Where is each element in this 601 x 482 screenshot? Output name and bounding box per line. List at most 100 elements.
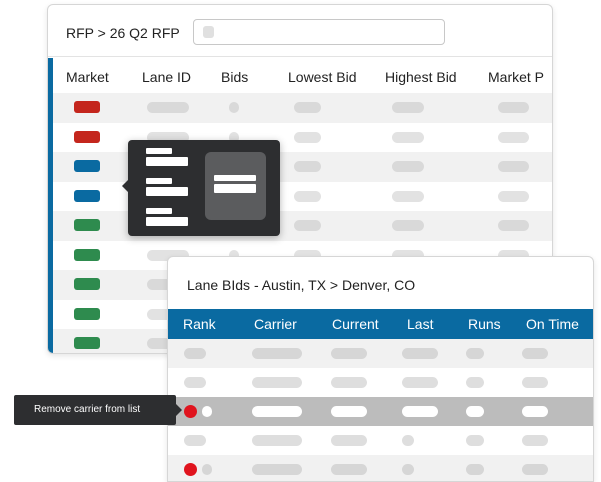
placeholder-cell	[522, 406, 548, 417]
placeholder-cell	[522, 464, 548, 475]
rfp-search-input[interactable]	[193, 19, 445, 45]
placeholder-cell	[498, 102, 529, 113]
market-indicator-icon	[74, 307, 100, 320]
placeholder-cell	[392, 190, 424, 202]
list-view-option-1[interactable]	[146, 148, 190, 170]
placeholder-cell	[392, 102, 424, 113]
list-view-option-3[interactable]	[146, 208, 190, 230]
list-icon-line	[146, 217, 188, 226]
placeholder-cell	[402, 406, 438, 417]
market-indicator-icon	[74, 101, 100, 113]
placeholder-cell	[331, 406, 367, 417]
tooltip-arrow	[176, 404, 182, 416]
market-indicator-icon	[74, 160, 100, 172]
placeholder-cell	[466, 406, 484, 417]
list-icon	[146, 208, 172, 214]
placeholder-cell	[392, 131, 424, 143]
table-row[interactable]	[168, 426, 593, 455]
placeholder-cell	[466, 435, 484, 446]
market-indicator-icon	[74, 130, 100, 143]
list-icon	[146, 148, 172, 154]
col-on-time[interactable]: On Time	[526, 316, 579, 332]
table-row[interactable]	[168, 397, 593, 426]
table-row[interactable]	[168, 368, 593, 397]
col-current[interactable]: Current	[332, 316, 379, 332]
breadcrumb[interactable]: RFP > 26 Q2 RFP	[66, 25, 180, 41]
col-lowest-bid[interactable]: Lowest Bid	[288, 69, 356, 85]
col-runs[interactable]: Runs	[468, 316, 501, 332]
placeholder-cell	[331, 464, 367, 475]
placeholder-cell	[522, 377, 548, 388]
lane-bids-window: Lane BIds - Austin, TX > Denver, CO Rank…	[167, 256, 594, 482]
col-bids[interactable]: Bids	[221, 69, 248, 85]
placeholder-cell	[184, 348, 206, 359]
remove-carrier-tooltip: Remove carrier from list	[14, 395, 182, 425]
market-indicator-icon	[74, 337, 100, 349]
col-market-price[interactable]: Market P	[488, 69, 544, 85]
table-row[interactable]	[53, 93, 552, 123]
placeholder-cell	[392, 220, 424, 231]
col-highest-bid[interactable]: Highest Bid	[385, 69, 457, 85]
list-icon-line	[146, 157, 188, 166]
placeholder-cell	[402, 348, 438, 359]
placeholder-cell	[294, 131, 321, 143]
placeholder-cell	[184, 377, 206, 388]
placeholder-cell	[229, 102, 239, 113]
placeholder-cell	[331, 435, 367, 446]
placeholder-cell	[466, 377, 484, 388]
list-icon-line	[146, 187, 188, 196]
placeholder-cell	[252, 348, 302, 359]
placeholder-cell	[184, 435, 206, 446]
placeholder-cell	[522, 435, 548, 446]
placeholder-cell	[466, 348, 484, 359]
view-options-popover	[122, 140, 280, 236]
placeholder-cell	[402, 377, 438, 388]
col-lane-id[interactable]: Lane ID	[142, 69, 191, 85]
table-row[interactable]	[168, 339, 593, 368]
list-view-option-2[interactable]	[146, 178, 190, 200]
popover-arrow	[122, 180, 128, 192]
placeholder-cell	[331, 377, 367, 388]
placeholder-cell	[498, 131, 529, 143]
col-last[interactable]: Last	[407, 316, 433, 332]
market-indicator-icon	[74, 189, 100, 202]
status-dot-icon[interactable]	[184, 405, 197, 418]
lane-bids-title: Lane BIds - Austin, TX > Denver, CO	[187, 277, 416, 293]
rfp-column-headers: Market Lane ID Bids Lowest Bid Highest B…	[48, 63, 552, 93]
lane-table-body	[168, 339, 593, 481]
placeholder-cell	[498, 190, 529, 202]
placeholder-cell	[294, 102, 321, 113]
search-icon	[203, 26, 214, 38]
placeholder-cell	[202, 406, 212, 417]
card-view-option[interactable]	[205, 152, 266, 220]
card-icon	[214, 175, 256, 181]
placeholder-cell	[252, 464, 302, 475]
placeholder-cell	[392, 161, 424, 172]
placeholder-cell	[498, 161, 529, 172]
placeholder-cell	[252, 435, 302, 446]
placeholder-cell	[252, 377, 302, 388]
placeholder-cell	[498, 220, 529, 231]
placeholder-cell	[294, 220, 321, 231]
col-market[interactable]: Market	[66, 69, 109, 85]
market-indicator-icon	[74, 248, 100, 261]
placeholder-cell	[331, 348, 367, 359]
rfp-header: RFP > 26 Q2 RFP	[48, 5, 552, 57]
status-dot-icon[interactable]	[184, 463, 197, 476]
col-rank[interactable]: Rank	[183, 316, 216, 332]
placeholder-cell	[202, 464, 212, 475]
placeholder-cell	[402, 464, 414, 475]
placeholder-cell	[294, 190, 321, 202]
placeholder-cell	[252, 406, 302, 417]
market-indicator-icon	[74, 219, 100, 231]
placeholder-cell	[147, 102, 189, 113]
placeholder-cell	[402, 435, 414, 446]
table-row[interactable]	[168, 455, 593, 481]
lane-column-headers: Rank Carrier Current Last Runs On Time	[168, 309, 593, 339]
list-icon	[146, 178, 172, 184]
col-carrier[interactable]: Carrier	[254, 316, 297, 332]
placeholder-cell	[522, 348, 548, 359]
tooltip-text: Remove carrier from list	[34, 404, 141, 415]
card-icon-line	[214, 184, 256, 193]
placeholder-cell	[294, 161, 321, 172]
